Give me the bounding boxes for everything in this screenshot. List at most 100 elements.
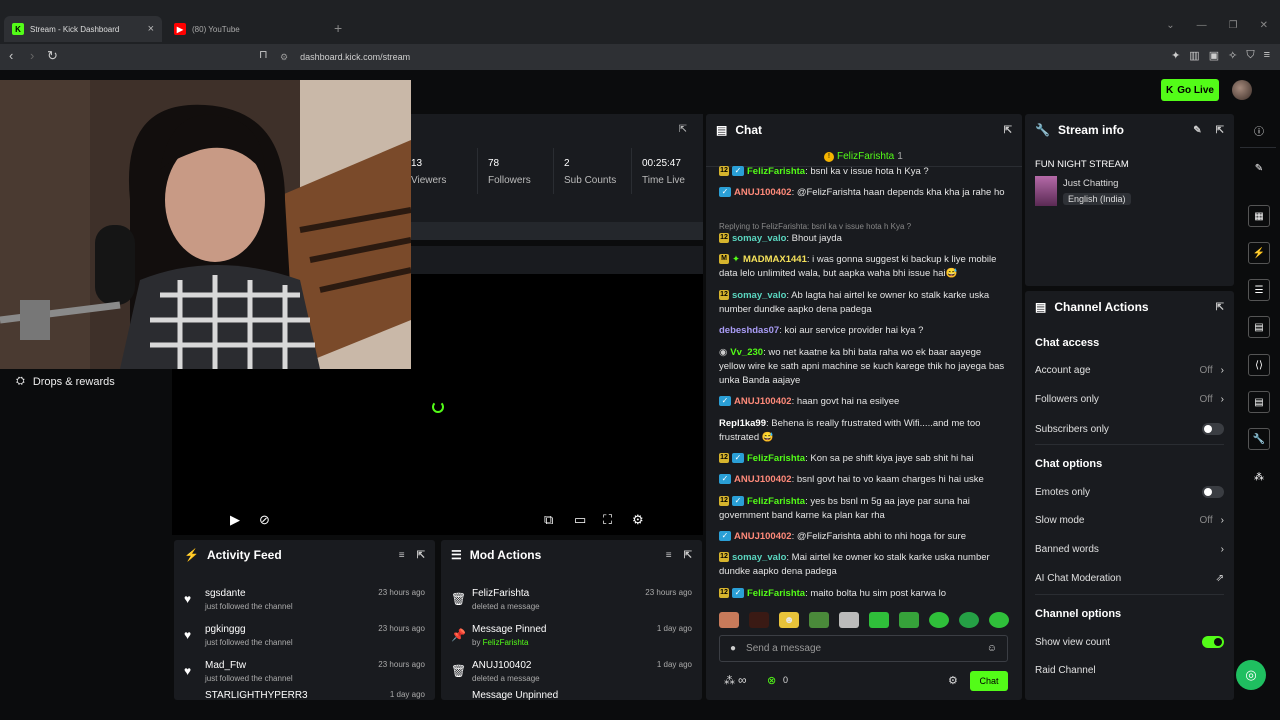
- mod-widget-icon[interactable]: ☰: [1248, 279, 1270, 301]
- browser-tab-youtube[interactable]: ▶ (80) YouTube: [166, 16, 326, 42]
- nav-drops-rewards[interactable]: ⛭ Drops & rewards: [16, 375, 115, 388]
- emote-icon[interactable]: [869, 612, 889, 628]
- back-icon[interactable]: ‹: [9, 48, 13, 63]
- info-icon[interactable]: ⓘ: [1248, 119, 1270, 141]
- wallet-icon[interactable]: ▣: [1209, 49, 1219, 62]
- feed-user[interactable]: Mad_Ftw: [205, 660, 246, 671]
- chat-input[interactable]: ● Send a message ☺: [719, 635, 1008, 662]
- theater-icon[interactable]: ▭: [574, 512, 586, 528]
- popout-icon[interactable]: ⇱: [1216, 125, 1224, 136]
- stream-info-widget-icon[interactable]: 🔧: [1248, 428, 1270, 450]
- chat-user[interactable]: debeshdas07: [719, 325, 779, 336]
- chat-user[interactable]: ANUJ100402: [734, 396, 792, 407]
- restore-icon[interactable]: ❐: [1229, 20, 1238, 31]
- close-tab-icon[interactable]: ×: [148, 23, 154, 35]
- pinned-message-bar[interactable]: ! FelizFarishta 1: [824, 151, 903, 162]
- chat-widget-icon[interactable]: ▤: [1248, 316, 1270, 338]
- emote-icon[interactable]: [959, 612, 979, 628]
- chat-user[interactable]: FelizFarishta: [747, 588, 805, 599]
- emote-icon[interactable]: ☻: [779, 612, 799, 628]
- raid-channel-option[interactable]: Raid Channel: [1035, 665, 1224, 676]
- emote-icon[interactable]: [839, 612, 859, 628]
- chat-user[interactable]: MADMAX1441: [743, 254, 807, 265]
- address-bar-row: ‹ › ↻ ⊓ ⚙ dashboard.kick.com/stream ✦ ▥ …: [0, 44, 1280, 70]
- chat-user[interactable]: somay_valo: [732, 233, 786, 244]
- bookmark-icon[interactable]: ⊓: [259, 48, 268, 61]
- chat-user[interactable]: somay_valo: [732, 290, 786, 301]
- chat-settings-icon[interactable]: ⚙: [948, 674, 958, 687]
- popout-icon[interactable]: ⇱: [684, 550, 692, 561]
- emoji-icon[interactable]: ☺: [987, 643, 997, 654]
- filter-icon[interactable]: ≡: [666, 550, 672, 561]
- avatar[interactable]: [1232, 80, 1252, 100]
- chat-user[interactable]: somay_valo: [732, 552, 786, 563]
- close-window-icon[interactable]: ✕: [1260, 20, 1268, 31]
- mod-user[interactable]: Message Unpinned: [472, 690, 558, 700]
- chat-user[interactable]: ANUJ100402: [734, 474, 792, 485]
- account-age-option[interactable]: Account age Off ›: [1035, 365, 1224, 376]
- feed-user[interactable]: pgkinggg: [205, 624, 246, 635]
- mod-user[interactable]: Message Pinned: [472, 624, 547, 635]
- sidebar-icon[interactable]: ▥: [1189, 49, 1199, 62]
- minimize-icon[interactable]: —: [1197, 20, 1207, 31]
- popout-icon[interactable]: ⇱: [1004, 125, 1012, 136]
- emote-icon[interactable]: [809, 612, 829, 628]
- emote-icon[interactable]: [899, 612, 919, 628]
- popout-icon[interactable]: ⇱: [417, 550, 425, 561]
- show-view-count-toggle[interactable]: [1202, 636, 1224, 648]
- extension-icon[interactable]: ✦: [1171, 49, 1180, 62]
- chat-user[interactable]: ANUJ100402: [734, 531, 792, 542]
- site-info-icon[interactable]: ⚙: [280, 52, 288, 63]
- pip-icon[interactable]: ⧉: [544, 512, 553, 528]
- mute-icon[interactable]: ⊘: [259, 512, 270, 528]
- feed-user[interactable]: sgsdante: [205, 588, 246, 599]
- filter-icon[interactable]: ≡: [399, 550, 405, 561]
- followers-only-option[interactable]: Followers only Off ›: [1035, 394, 1224, 405]
- chat-user[interactable]: Vv_230: [730, 347, 763, 358]
- emotes-only-toggle[interactable]: [1202, 486, 1224, 498]
- activity-widget-icon[interactable]: ⚡: [1248, 242, 1270, 264]
- slow-mode-option[interactable]: Slow mode Off ›: [1035, 515, 1224, 526]
- chat-user[interactable]: FelizFarishta: [747, 166, 805, 177]
- chat-user[interactable]: Repl1ka99: [719, 418, 766, 429]
- new-tab-icon[interactable]: +: [334, 20, 342, 36]
- browser-tab-kick[interactable]: K Stream - Kick Dashboard ×: [4, 16, 162, 42]
- popout-icon[interactable]: ⇱: [679, 124, 687, 135]
- emote-icon[interactable]: [719, 612, 739, 628]
- settings-icon[interactable]: ⚙: [632, 512, 644, 528]
- users-icon[interactable]: ⁂: [724, 674, 735, 687]
- help-button[interactable]: ◎: [1236, 660, 1266, 690]
- emote-icon[interactable]: [989, 612, 1009, 628]
- stats-widget-icon[interactable]: ▦: [1248, 205, 1270, 227]
- chat-user[interactable]: FelizFarishta: [747, 496, 805, 507]
- menu-icon[interactable]: ≡: [1264, 49, 1270, 62]
- mod-user[interactable]: FelizFarishta: [472, 588, 529, 599]
- feed-user[interactable]: STARLIGHTHYPERR3: [205, 690, 308, 700]
- leo-icon[interactable]: ✧: [1228, 49, 1237, 62]
- go-live-button[interactable]: K Go Live: [1161, 79, 1219, 101]
- send-chat-button[interactable]: Chat: [970, 671, 1008, 691]
- mod-user[interactable]: ANUJ100402: [472, 660, 531, 671]
- fullscreen-icon[interactable]: ⛶: [603, 512, 612, 528]
- section-chat-access: Chat access: [1035, 337, 1100, 349]
- vpn-icon[interactable]: ⛉: [1246, 49, 1254, 62]
- tab-search-icon[interactable]: ⌄: [1166, 20, 1174, 31]
- edit-icon[interactable]: ✎: [1193, 125, 1201, 136]
- url-field[interactable]: ⚙ dashboard.kick.com/stream: [280, 48, 1000, 66]
- users-widget-icon[interactable]: ⁂: [1248, 466, 1270, 488]
- channel-widget-icon[interactable]: ▤: [1248, 391, 1270, 413]
- banned-words-option[interactable]: Banned words ›: [1035, 544, 1224, 555]
- edit-layout-icon[interactable]: ✎: [1248, 157, 1270, 179]
- embed-widget-icon[interactable]: ⟨⟩: [1248, 354, 1270, 376]
- stream-category[interactable]: Just Chatting: [1063, 178, 1118, 189]
- forward-icon[interactable]: ›: [30, 48, 34, 63]
- chat-user[interactable]: ANUJ100402: [734, 187, 792, 198]
- play-icon[interactable]: ▶: [230, 512, 240, 528]
- popout-icon[interactable]: ⇱: [1216, 302, 1224, 313]
- ai-moderation-option[interactable]: AI Chat Moderation ⇗: [1035, 573, 1224, 584]
- reload-icon[interactable]: ↻: [47, 48, 58, 64]
- emote-icon[interactable]: [929, 612, 949, 628]
- emote-icon[interactable]: [749, 612, 769, 628]
- subscribers-only-toggle[interactable]: [1202, 423, 1224, 435]
- chat-user[interactable]: FelizFarishta: [747, 453, 805, 464]
